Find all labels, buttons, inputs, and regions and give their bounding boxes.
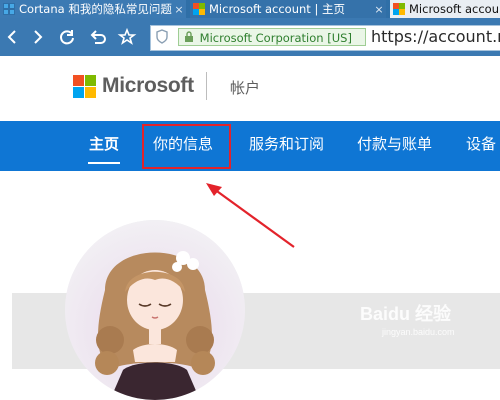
microsoft-logo-icon (393, 3, 405, 15)
account-nav-menu: 主页 你的信息 服务和订阅 付款与账单 设备 (0, 121, 500, 171)
tab-title: Microsoft account | 主页 (209, 2, 345, 16)
nav-item-devices[interactable]: 设备 (466, 121, 496, 171)
annotation-highlight-box (142, 124, 231, 169)
baidu-watermark: Baidu 经验 jingyan.baidu.com (360, 300, 455, 337)
tab-title: Microsoft accou (409, 2, 500, 16)
lock-icon (182, 29, 196, 47)
forward-icon[interactable] (27, 27, 47, 47)
certificate-badge[interactable]: Microsoft Corporation [US] (178, 28, 366, 46)
watermark-url: jingyan.baidu.com (382, 327, 455, 337)
refresh-icon[interactable] (57, 27, 77, 47)
browser-tab-account-home[interactable]: Microsoft account | 主页 × (190, 0, 386, 18)
browser-tab-strip: Cortana 和我的隐私常见问题 × Microsoft account | … (0, 0, 500, 18)
microsoft-logo-icon (193, 3, 205, 15)
nav-item-payment-billing[interactable]: 付款与账单 (357, 121, 432, 171)
browser-tab-cortana[interactable]: Cortana 和我的隐私常见问题 × (0, 0, 186, 18)
back-icon[interactable] (3, 27, 23, 47)
brand-name[interactable]: Microsoft (102, 74, 194, 98)
browser-tab-account-active[interactable]: Microsoft accou (390, 0, 500, 18)
watermark-text: Baidu 经验 (360, 304, 452, 324)
url-text[interactable]: https://account.mi (371, 27, 500, 47)
undo-icon[interactable] (87, 27, 107, 47)
shield-icon[interactable] (155, 29, 169, 44)
header-divider (206, 72, 207, 100)
profile-avatar[interactable] (65, 220, 245, 400)
nav-item-home[interactable]: 主页 (87, 121, 121, 171)
microsoft-logo-icon[interactable] (73, 75, 96, 98)
windows-icon (3, 3, 15, 15)
avatar-illustration (65, 220, 245, 400)
favorite-star-icon[interactable] (117, 27, 137, 47)
browser-navigation-bar: Microsoft Corporation [US] https://accou… (0, 18, 500, 56)
close-tab-icon[interactable]: × (172, 3, 186, 16)
nav-item-services-subscriptions[interactable]: 服务和订阅 (249, 121, 324, 171)
certificate-label: Microsoft Corporation [US] (199, 31, 352, 45)
section-title: 帐户 (230, 79, 261, 97)
tab-title: Cortana 和我的隐私常见问题 (19, 2, 172, 16)
close-tab-icon[interactable]: × (372, 3, 386, 16)
